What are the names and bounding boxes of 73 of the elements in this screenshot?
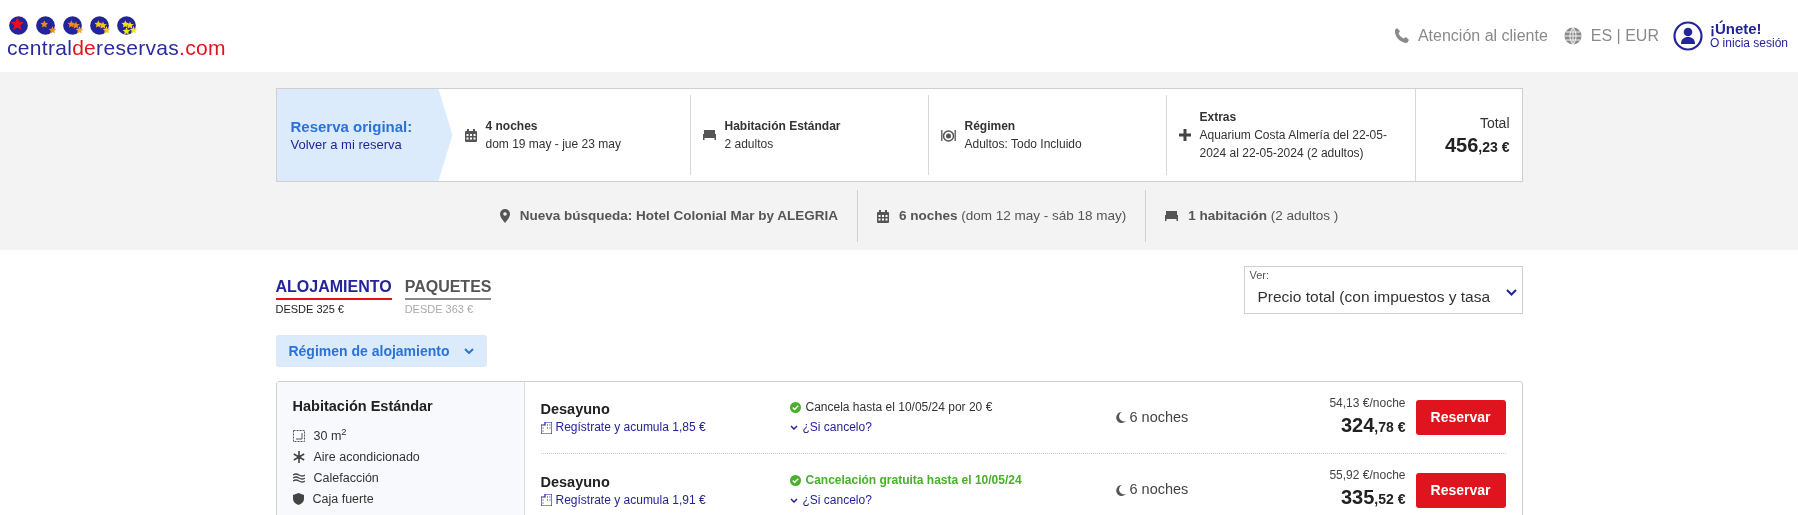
search-summary-dates[interactable]: 6 noches (dom 12 may - sáb 18 may) [898,205,1127,227]
section-detail: Aquarium Costa Almería del 22-05-2024 al 22-05-2024 (2 adultos) [1199,127,1388,162]
section-detail: 2 adultos [724,136,775,153]
login-link[interactable]: O inicia sesión [1709,36,1788,51]
globe-icon [1563,27,1582,45]
building-icon [540,421,552,434]
cancellation-info-link[interactable]: ¿Si cancelo? [789,491,872,509]
back-to-booking-link[interactable]: Volver a mi reserva [290,135,402,154]
chevron-down-icon [789,497,798,503]
original-booking-title: Reserva original: [290,116,414,136]
calendar-icon [876,209,889,223]
bed-icon [702,130,716,140]
section-title: Habitación Estándar [724,118,841,135]
total-label: Total [1479,113,1510,133]
heat-waves-icon [292,473,305,484]
star-ball-icon [89,14,110,36]
moon-icon [1115,412,1126,423]
star-ball-icon [8,14,29,36]
snowflake-icon [292,451,305,464]
chevron-down-icon [463,348,474,354]
nights-count: 6 noches [1129,407,1189,427]
board-filter-button[interactable]: Régimen de alojamiento [275,335,487,367]
search-summary-rooms[interactable]: 1 habitación (2 adultos ) [1188,205,1339,227]
star-ball-icon [35,14,56,36]
total-price: 456,23 € [1445,133,1510,158]
rate-price: 335,52 € [1341,485,1406,510]
customer-service-link[interactable]: Atención al cliente [1393,24,1548,48]
loyalty-link[interactable]: Regístrate y acumula 1,85 € [540,419,790,436]
section-detail: dom 19 may - jue 23 may [485,136,621,153]
cancellation-policy: Cancelación gratuita hasta el 10/05/24 [805,471,1022,489]
phone-icon [1393,28,1410,44]
board-name: Desayuno [540,472,611,492]
cancellation-info-link[interactable]: ¿Si cancelo? [789,419,872,436]
price-per-night: 54,13 €/noche [1329,394,1406,411]
logo-text[interactable]: centraldereservas.com [7,35,226,60]
loyalty-link[interactable]: Regístrate y acumula 1,91 € [540,491,790,509]
product-tab[interactable]: ALOJAMIENTO DESDE 325 € [275,277,392,317]
price-view-select[interactable]: Ver: Precio total (con impuestos y tasa [1243,266,1523,314]
cancellation-policy: Cancela hasta el 10/05/24 por 20 € [805,399,993,416]
shield-icon [292,493,304,506]
plate-icon [940,128,956,142]
section-detail: Adultos: Todo Incluido [964,136,1082,153]
product-tab[interactable]: PAQUETES DESDE 363 € [404,277,492,317]
check-circle-icon [789,474,801,486]
section-title: Régimen [964,118,1017,135]
section-title: Extras [1199,109,1238,126]
amenity-label: Calefacción [313,469,379,487]
price-per-night: 55,92 €/noche [1329,467,1406,483]
nights-count: 6 noches [1129,480,1189,500]
rate-price: 324,78 € [1341,412,1406,438]
chevron-down-icon [1505,289,1517,296]
amenity-label: 30 m$^{2}$ [313,426,347,445]
bed-icon [1165,211,1179,221]
floor-plan-icon [292,430,305,443]
plus-icon [1178,129,1191,141]
building-icon [540,494,552,506]
book-button[interactable]: Reservar [1415,472,1506,508]
star-ball-icon [62,14,83,36]
moon-icon [1115,484,1126,496]
section-title: 4 noches [485,118,539,135]
star-ball-icon [116,14,137,36]
user-avatar-icon [1672,21,1703,51]
search-summary-hotel[interactable]: Nueva búsqueda: Hotel Colonial Mar by ALEGRIA [519,205,838,227]
map-pin-icon [499,209,510,223]
signup-link[interactable]: ¡Únete! [1709,21,1788,36]
calendar-icon [464,128,477,142]
check-circle-icon [789,402,801,413]
book-button[interactable]: Reservar [1415,400,1506,435]
chevron-down-icon [789,425,798,430]
room-name: Habitación Estándar [292,397,434,416]
amenity-label: Caja fuerte [312,490,374,508]
board-name: Desayuno [540,400,611,419]
amenity-label: Aire acondicionado [313,448,420,466]
